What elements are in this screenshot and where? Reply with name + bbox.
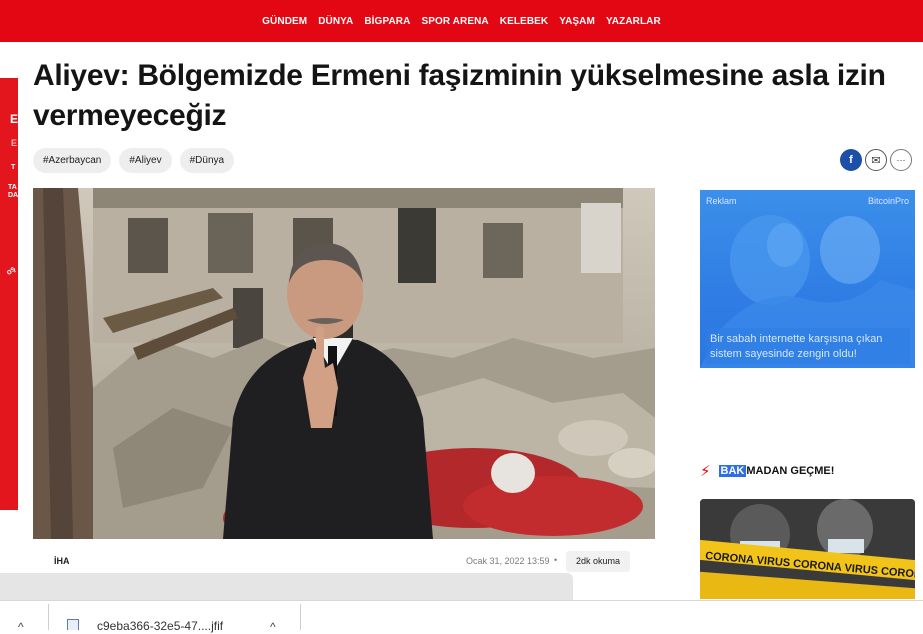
- article-source: İHA: [54, 556, 70, 566]
- nav-item-gundem[interactable]: GÜNDEM: [262, 16, 307, 27]
- nav-item-kelebek[interactable]: KELEBEK: [500, 16, 548, 27]
- ad-text[interactable]: Bir sabah internette karşısına çıkan sis…: [710, 332, 910, 362]
- left-ad-text: oş: [4, 264, 18, 277]
- nav-item-spor-arena[interactable]: SPOR ARENA: [421, 16, 488, 27]
- download-bar-divider: [300, 604, 301, 630]
- left-ad-text: E: [11, 138, 18, 148]
- download-file-name[interactable]: c9eba366-32e5-47....jfif: [97, 619, 223, 633]
- recommended-article-image[interactable]: CORONA VIRUS CORONA VIRUS CORONA: [700, 499, 915, 599]
- left-ad-text: T: [11, 164, 16, 171]
- corona-image: CORONA VIRUS CORONA VIRUS CORONA: [700, 499, 915, 599]
- ad-label: Reklam: [706, 196, 737, 206]
- nav-item-yasam[interactable]: YAŞAM: [559, 16, 595, 27]
- section-title-bakmadan-gecme: ⚡ BAK MADAN GEÇME!: [700, 462, 834, 480]
- section-title-highlight: BAK: [718, 465, 747, 477]
- nav-item-yazarlar[interactable]: YAZARLAR: [606, 16, 661, 27]
- article-headline: Aliyev: Bölgemizde Ermeni faşizminin yük…: [33, 59, 886, 132]
- content-placeholder-bar: [0, 573, 573, 601]
- article-date: Ocak 31, 2022 13:59: [466, 556, 550, 566]
- left-ad-text: TA: [8, 184, 17, 191]
- file-icon: [67, 619, 79, 630]
- nav-item-dunya[interactable]: DÜNYA: [318, 16, 353, 27]
- chevron-up-icon[interactable]: ^: [18, 620, 24, 634]
- tag-azerbaycan[interactable]: #Azerbaycan: [33, 148, 112, 173]
- lightning-icon: ⚡: [700, 463, 711, 480]
- sidebar-ad[interactable]: Reklam BitcoinPro Bir sabah internette k…: [700, 190, 915, 368]
- left-ad-text: E: [10, 112, 18, 126]
- tag-aliyev[interactable]: #Aliyev: [119, 148, 172, 173]
- mail-share-icon[interactable]: ✉: [865, 149, 887, 171]
- download-options-chevron-icon[interactable]: ^: [270, 620, 276, 634]
- article-main-image[interactable]: [33, 188, 655, 539]
- article-photo-illustration: [33, 188, 655, 539]
- main-nav: GÜNDEM DÜNYA BİGPARA SPOR ARENA KELEBEK …: [0, 0, 923, 42]
- read-time-badge: 2dk okuma: [566, 551, 631, 572]
- left-side-ad[interactable]: E E T TA DA oş: [0, 78, 18, 510]
- tag-dunya[interactable]: #Dünya: [179, 148, 235, 173]
- meta-separator: •: [554, 555, 558, 565]
- left-ad-text: DA: [8, 192, 18, 199]
- download-bar-divider: [48, 604, 49, 630]
- nav-item-bigpara[interactable]: BİGPARA: [364, 16, 410, 27]
- article-tags: #Azerbaycan #Aliyev #Dünya: [33, 148, 235, 173]
- share-buttons: f ✉ ···: [840, 149, 912, 171]
- ad-brand: BitcoinPro: [867, 196, 909, 206]
- facebook-share-icon[interactable]: f: [840, 149, 862, 171]
- more-options-icon[interactable]: ···: [890, 149, 912, 171]
- section-title-rest: MADAN GEÇME!: [746, 465, 835, 477]
